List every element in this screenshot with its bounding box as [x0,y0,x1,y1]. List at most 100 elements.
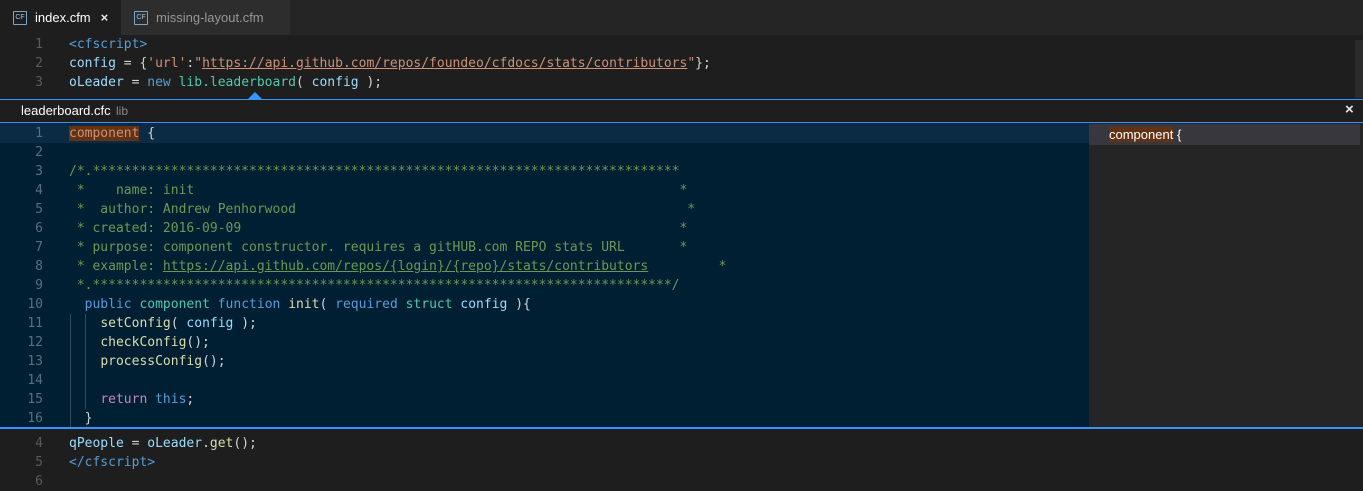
code-line[interactable]: 12 checkConfig(); [0,333,1363,352]
code-text: public component function init( required… [69,295,1089,314]
code-text: setConfig( config ); [69,314,1089,333]
code-line[interactable]: 15 return this; [0,390,1363,409]
peek-pointer-icon [248,92,262,99]
code-token: config [69,56,116,71]
code-token: * example: [69,259,163,274]
code-line[interactable]: 10 public component function init( requi… [0,295,1363,314]
code-line[interactable]: 14 [0,371,1363,390]
code-token: public [84,297,140,312]
code-token: *.**************************************… [69,278,680,293]
code-token: return [100,392,156,407]
code-line[interactable]: 6 * created: 2016-09-09 * [0,219,1363,238]
code-token: ); [233,316,257,331]
code-text: * example: https://api.github.com/repos/… [69,257,1089,276]
code-token: get [209,436,234,451]
line-number: 2 [35,56,43,71]
code-line[interactable]: 2 [0,143,1363,162]
code-text: * purpose: component constructor. requir… [69,238,1089,257]
code-token: qPeople [69,436,124,451]
line-number: 7 [35,240,43,255]
code-text: qPeople = oLeader.get(); [69,434,257,453]
code-text: * created: 2016-09-09 * [69,219,1089,238]
code-token: component [69,126,140,141]
code-token: <cfscript> [69,37,148,52]
peek-file-name[interactable]: leaderboard.cfc [21,103,111,118]
code-line[interactable]: 1 component { [0,124,1363,143]
code-line[interactable]: 6 [0,472,1363,491]
code-token: * author: Andrew Penhorwood * [69,202,696,217]
code-token: config [460,297,508,312]
line-number: 6 [35,221,43,236]
tab-missing-layout-cfm[interactable]: CF missing-layout.cfm [121,0,290,35]
code-token: " [687,56,696,71]
line-number: 3 [35,75,43,90]
code-line[interactable]: 7 * purpose: component constructor. requ… [0,238,1363,257]
code-line[interactable]: 13 processConfig(); [0,352,1363,371]
code-token: . [202,436,210,451]
code-line[interactable]: 11 setConfig( config ); [0,314,1363,333]
code-token: oLeader [147,436,203,451]
code-token: /*.*************************************… [69,164,680,179]
code-line[interactable]: 2 config = {'url':"https://api.github.com… [0,54,1363,73]
code-token: * name: init * [69,183,688,198]
code-token[interactable]: https://api.github.com/repos/foundeo/cfd… [202,56,687,71]
code-token: (); [202,354,226,369]
code-line[interactable]: 9 *.************************************… [0,276,1363,295]
code-text: return this; [69,390,1089,409]
tab-label: index.cfm [35,10,91,25]
code-text: processConfig(); [69,352,1089,371]
code-line[interactable]: 1 <cfscript> [0,35,1363,54]
code-token: * created: 2016-09-09 * [69,221,688,236]
code-token: * [648,259,727,274]
code-token: } [69,411,93,426]
code-token: component [139,297,218,312]
code-token: (); [186,335,210,350]
code-token: lib.leaderboard [178,75,296,90]
line-number: 1 [35,37,43,52]
code-token[interactable]: https://api.github.com/repos/{login}/{re… [163,259,648,274]
line-number: 8 [35,259,43,274]
close-icon[interactable]: × [101,10,109,25]
code-line[interactable]: 5 </cfscript> [0,453,1363,472]
line-number: 4 [35,183,43,198]
tab-index-cfm[interactable]: CF index.cfm × [0,0,121,35]
code-token: processConfig [100,354,203,369]
code-token: new [147,75,179,90]
code-token: config [311,75,359,90]
line-number: 2 [35,145,43,160]
line-number: 1 [35,126,43,141]
code-line[interactable]: 8 * example: https://api.github.com/repo… [0,257,1363,276]
code-token: " [194,56,203,71]
code-line[interactable]: 5 * author: Andrew Penhorwood * [0,200,1363,219]
line-number: 13 [27,354,43,369]
code-line[interactable]: 3 /*.************************************… [0,162,1363,181]
code-token: { [139,126,156,141]
close-icon[interactable]: × [1345,101,1354,118]
code-token: this [155,392,187,407]
code-token: required [335,297,406,312]
code-text: config = {'url':"https://api.github.com/… [69,54,711,73]
peek-border [0,427,1363,429]
code-token: config [186,316,234,331]
line-number: 11 [27,316,43,331]
code-token: * purpose: component constructor. requir… [69,240,688,255]
code-text: *.**************************************… [69,276,1089,295]
code-line[interactable]: 4 qPeople = oLeader.get(); [0,434,1363,453]
code-line[interactable]: 16 } [0,409,1363,428]
code-line[interactable]: 3 oLeader = new lib.leaderboard( config )… [0,73,1363,92]
line-number: 3 [35,164,43,179]
code-line[interactable]: 4 * name: init * [0,181,1363,200]
code-text: <cfscript> [69,35,147,54]
line-number: 4 [35,436,43,451]
code-token: struct [405,297,461,312]
code-token: ( [296,75,312,90]
code-token: </cfscript> [69,455,156,470]
line-number: 5 [35,202,43,217]
line-number: 9 [35,278,43,293]
peek-file-folder: lib [116,104,129,118]
code-text: } [69,409,1089,428]
